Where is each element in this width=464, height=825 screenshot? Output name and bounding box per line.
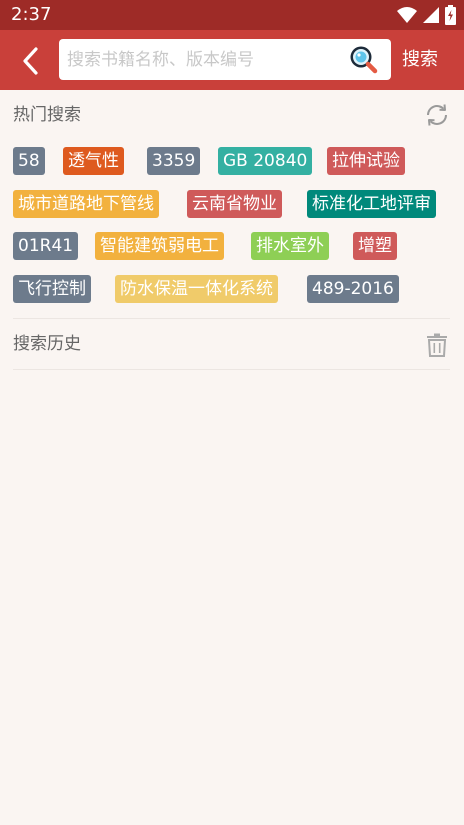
divider [13,369,450,370]
hot-tag[interactable]: GB 20840 [218,147,313,175]
hot-tag[interactable]: 飞行控制 [13,274,91,303]
hot-tag[interactable]: 防水保温一体化系统 [115,274,278,303]
history-title: 搜索历史 [13,334,81,354]
tag-row: 飞行控制 防水保温一体化系统 489-2016 [13,274,453,318]
status-icons [397,5,456,25]
battery-charging-icon [445,5,456,25]
hot-tag[interactable]: 城市道路地下管线 [13,189,159,218]
hot-tag[interactable]: 3359 [147,147,201,175]
status-time: 2:37 [11,4,52,25]
hot-search-title: 热门搜索 [13,105,81,125]
hot-tag[interactable]: 排水室外 [251,232,329,260]
tag-row: 01R41 智能建筑弱电工 排水室外 增塑 [13,232,453,275]
status-bar: 2:37 [0,0,464,30]
cell-signal-icon [423,7,439,23]
hot-tag[interactable]: 拉伸试验 [327,147,405,175]
search-input[interactable] [67,39,337,80]
hot-search-header: 热门搜索 [13,92,450,138]
search-icon[interactable] [349,45,379,75]
search-button[interactable]: 搜索 [402,47,438,73]
hot-tag[interactable]: 标准化工地评审 [307,189,436,218]
chevron-left-icon [23,47,38,75]
hot-tag[interactable]: 增塑 [353,232,397,260]
hot-tag[interactable]: 透气性 [63,147,124,175]
refresh-icon[interactable] [424,102,450,128]
wifi-icon [397,7,417,23]
history-header: 搜索历史 [13,321,450,367]
hot-tag[interactable]: 01R41 [13,232,79,260]
hot-tag[interactable]: 58 [13,147,45,175]
hot-tag[interactable]: 云南省物业 [187,189,282,218]
hot-tag[interactable]: 489-2016 [307,274,399,303]
hot-tags: 58 透气性 3359 GB 20840 拉伸试验 城市道路地下管线 云南省物业… [13,147,453,317]
trash-icon[interactable] [426,333,448,357]
app-bar: 搜索 [0,30,464,90]
divider [13,318,450,319]
hot-tag[interactable]: 智能建筑弱电工 [95,232,224,260]
search-box [59,39,391,80]
back-button[interactable] [14,44,48,78]
tag-row: 58 透气性 3359 GB 20840 拉伸试验 [13,147,453,190]
tag-row: 城市道路地下管线 云南省物业 标准化工地评审 [13,189,453,233]
